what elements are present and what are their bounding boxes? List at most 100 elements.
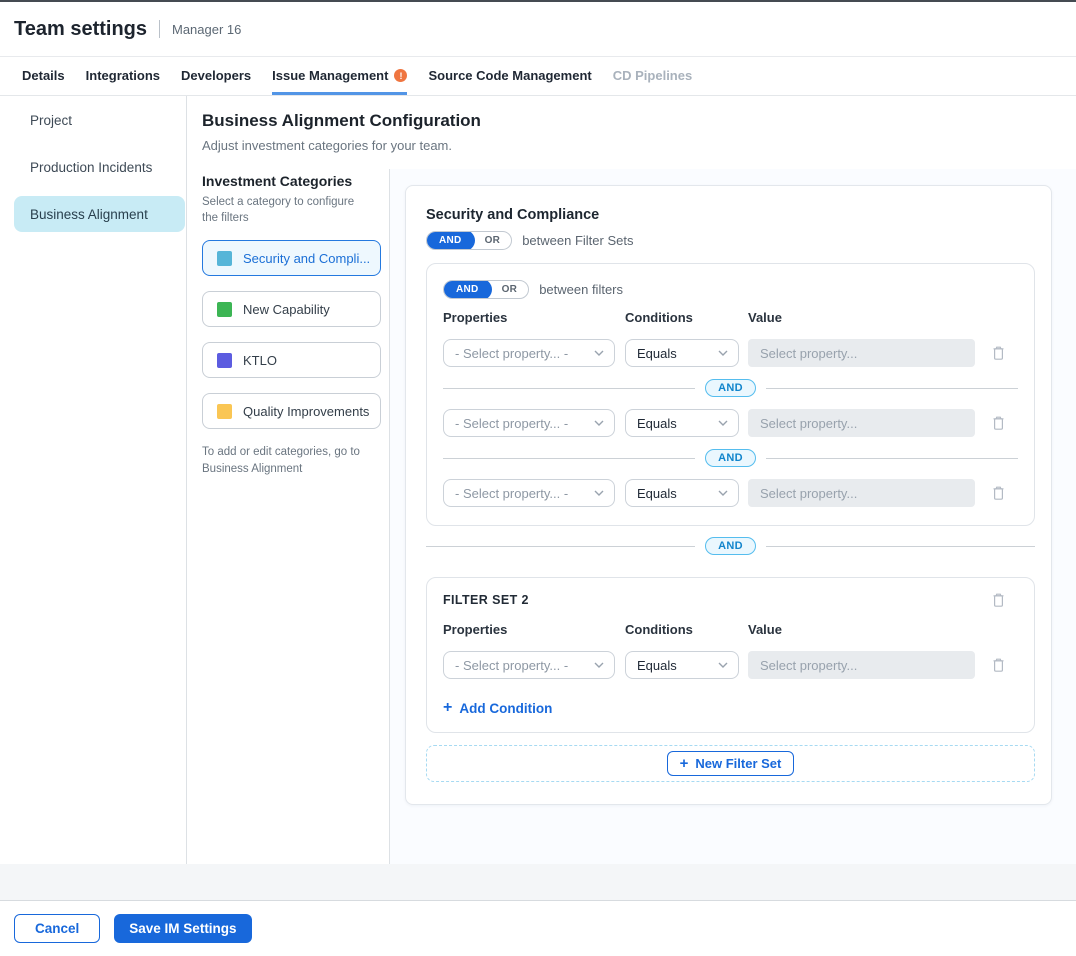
value-input[interactable] — [748, 339, 975, 367]
categories-list: Security and Compli... New Capability KT… — [202, 240, 379, 429]
category-button-quality-improvements[interactable]: Quality Improvements — [202, 393, 381, 429]
and-toggle-option[interactable]: AND — [443, 280, 492, 299]
tab-issue-management[interactable]: Issue Management ! — [272, 57, 407, 95]
title-divider — [159, 20, 160, 38]
category-color-swatch — [217, 251, 232, 266]
trash-icon — [991, 592, 1006, 608]
delete-filter-button[interactable] — [991, 415, 1006, 431]
filter-set-1-card: AND OR between filters Properties Condit… — [426, 263, 1035, 526]
and-connector-between-sets: AND — [426, 537, 1035, 555]
column-headers: Properties Conditions Value — [443, 310, 1018, 325]
filter-row: - Select property... - Equals — [443, 409, 1018, 437]
filter-configuration-panel: Security and Compliance AND OR between F… — [405, 185, 1052, 805]
trash-icon — [991, 657, 1006, 673]
value-column-header: Value — [748, 622, 782, 637]
value-column-header: Value — [748, 310, 782, 325]
category-button-security-and-compliance[interactable]: Security and Compli... — [202, 240, 381, 276]
add-condition-button[interactable]: + Add Condition — [443, 700, 552, 716]
filters-operator-row: AND OR between filters — [443, 280, 1018, 299]
filter-set-2-title: FILTER SET 2 — [443, 593, 529, 607]
delete-filter-button[interactable] — [991, 485, 1006, 501]
delete-filter-button[interactable] — [991, 345, 1006, 361]
chevron-down-icon — [594, 490, 604, 496]
property-select[interactable]: - Select property... - — [443, 409, 615, 437]
tab-developers[interactable]: Developers — [181, 57, 251, 95]
tab-integrations[interactable]: Integrations — [86, 57, 160, 95]
save-im-settings-button[interactable]: Save IM Settings — [114, 914, 251, 943]
between-filter-sets-label: between Filter Sets — [522, 233, 633, 248]
and-or-toggle: AND OR — [426, 231, 512, 250]
categories-title: Investment Categories — [202, 173, 379, 189]
chevron-down-icon — [594, 662, 604, 668]
and-toggle-option[interactable]: AND — [426, 231, 475, 250]
condition-select[interactable]: Equals — [625, 339, 739, 367]
page-header: Team settings Manager 16 — [0, 2, 1076, 57]
filter-row: - Select property... - Equals — [443, 651, 1018, 679]
section-title: Business Alignment Configuration — [202, 111, 1076, 131]
new-filter-set-button[interactable]: + New Filter Set — [667, 751, 795, 776]
filter-set-2-card: FILTER SET 2 Properties Conditions Value — [426, 577, 1035, 733]
or-toggle-option[interactable]: OR — [474, 231, 512, 250]
chevron-down-icon — [718, 662, 728, 668]
footer-spacer — [0, 864, 1076, 900]
category-label: New Capability — [243, 302, 330, 317]
trash-icon — [991, 485, 1006, 501]
properties-column-header: Properties — [443, 310, 625, 325]
filter-set-2-header: FILTER SET 2 — [443, 592, 1018, 608]
section-header: Business Alignment Configuration Adjust … — [187, 96, 1076, 169]
property-select[interactable]: - Select property... - — [443, 479, 615, 507]
delete-filter-button[interactable] — [991, 657, 1006, 673]
new-filter-set-zone: + New Filter Set — [426, 745, 1035, 782]
chevron-down-icon — [594, 350, 604, 356]
warning-icon: ! — [394, 69, 407, 82]
value-input[interactable] — [748, 651, 975, 679]
sidebar-item-production-incidents[interactable]: Production Incidents — [14, 149, 185, 185]
page-title: Team settings — [14, 18, 147, 41]
conditions-column-header: Conditions — [625, 310, 748, 325]
value-input[interactable] — [748, 409, 975, 437]
chevron-down-icon — [718, 420, 728, 426]
property-select[interactable]: - Select property... - — [443, 651, 615, 679]
categories-hint: Select a category to configure the filte… — [202, 195, 372, 226]
property-select[interactable]: - Select property... - — [443, 339, 615, 367]
category-label: KTLO — [243, 353, 277, 368]
cancel-button[interactable]: Cancel — [14, 914, 100, 943]
chevron-down-icon — [718, 350, 728, 356]
section-subtitle: Adjust investment categories for your te… — [202, 138, 1076, 153]
filter-sets-operator-row: AND OR between Filter Sets — [426, 231, 1035, 250]
content-area: Project Production Incidents Business Al… — [0, 96, 1076, 864]
filter-configuration-area: Security and Compliance AND OR between F… — [390, 169, 1076, 864]
category-button-new-capability[interactable]: New Capability — [202, 291, 381, 327]
tab-source-code-management[interactable]: Source Code Management — [428, 57, 591, 95]
trash-icon — [991, 345, 1006, 361]
plus-icon: + — [443, 700, 452, 716]
and-or-toggle: AND OR — [443, 280, 529, 299]
conditions-column-header: Conditions — [625, 622, 748, 637]
filter-row: - Select property... - Equals — [443, 339, 1018, 367]
sidebar-item-business-alignment[interactable]: Business Alignment — [14, 196, 185, 232]
new-filter-set-label: New Filter Set — [695, 756, 781, 771]
condition-select[interactable]: Equals — [625, 409, 739, 437]
category-button-ktlo[interactable]: KTLO — [202, 342, 381, 378]
condition-select[interactable]: Equals — [625, 651, 739, 679]
sidebar-item-project[interactable]: Project — [14, 102, 185, 138]
tab-cd-pipelines: CD Pipelines — [613, 57, 692, 95]
column-headers: Properties Conditions Value — [443, 622, 1018, 637]
filter-row: - Select property... - Equals — [443, 479, 1018, 507]
or-toggle-option[interactable]: OR — [491, 280, 529, 299]
selected-category-title: Security and Compliance — [426, 207, 1035, 223]
tab-details[interactable]: Details — [22, 57, 65, 95]
tab-bar: Details Integrations Developers Issue Ma… — [0, 57, 1076, 96]
trash-icon — [991, 415, 1006, 431]
manager-label: Manager 16 — [172, 22, 241, 37]
delete-filter-set-button[interactable] — [991, 592, 1006, 608]
chevron-down-icon — [718, 490, 728, 496]
condition-select[interactable]: Equals — [625, 479, 739, 507]
add-condition-label: Add Condition — [459, 701, 552, 716]
and-connector-pill: AND — [705, 537, 756, 555]
value-input[interactable] — [748, 479, 975, 507]
between-filters-label: between filters — [539, 282, 623, 297]
and-connector-pill: AND — [705, 379, 756, 397]
plus-icon: + — [680, 756, 689, 771]
team-settings-page: Team settings Manager 16 Details Integra… — [0, 0, 1076, 956]
